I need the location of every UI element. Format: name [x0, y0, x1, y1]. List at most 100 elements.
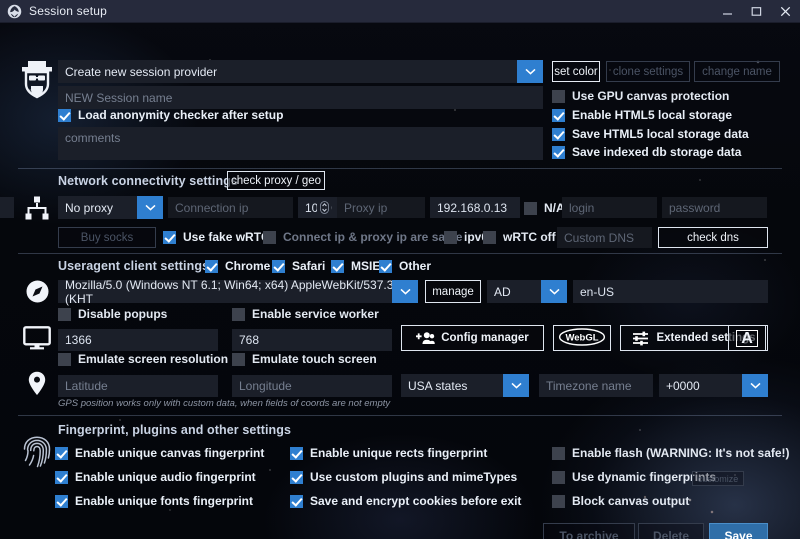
network-section-title: Network connectivity settings	[58, 174, 238, 188]
config-manager-button[interactable]: Config manager	[401, 325, 544, 351]
port-stepper[interactable]	[317, 197, 331, 218]
enable-unique-rects-fingerprint-checkbox[interactable]: Enable unique rects fingerprint	[290, 446, 487, 460]
useragent-string-select[interactable]: Mozilla/5.0 (Windows NT 6.1; Win64; x64)…	[58, 280, 418, 303]
checkbox-box	[55, 495, 68, 508]
screen-height-input[interactable]: 768	[232, 329, 392, 351]
connect-ip-same-checkbox[interactable]: Connect ip & proxy ip are same	[263, 230, 462, 244]
checkbox-box	[55, 471, 68, 484]
browser-other-label: Other	[399, 259, 431, 273]
proxy-password-input[interactable]: password	[662, 197, 767, 218]
proxy-type-select[interactable]: No proxy	[58, 196, 163, 219]
custom-dns-input[interactable]: Custom DNS	[557, 227, 652, 248]
save-button[interactable]: Save	[709, 523, 768, 539]
proxy-type-value: No proxy	[65, 201, 113, 215]
compass-icon	[16, 279, 58, 304]
use-fake-wrtc-label: Use fake wRTC	[183, 230, 270, 244]
usa-states-select[interactable]: USA states	[401, 374, 529, 397]
to-archive-button[interactable]: To archive	[543, 523, 635, 539]
buy-socks-button[interactable]: Buy socks	[58, 227, 156, 248]
check-dns-button[interactable]: check dns	[658, 227, 768, 248]
webgl-button[interactable]: WebGL	[553, 325, 611, 351]
checkbox-box	[552, 146, 565, 159]
enable-service-worker-label: Enable service worker	[252, 307, 379, 321]
locale-input[interactable]: en-US	[573, 280, 768, 303]
use-gpu-canvas-protection-checkbox[interactable]: Use GPU canvas protection	[552, 89, 729, 103]
disable-popups-checkbox[interactable]: Disable popups	[58, 307, 167, 321]
browser-safari-checkbox[interactable]: Safari	[272, 259, 325, 273]
sliders-icon	[632, 331, 649, 346]
emulate-touch-screen-checkbox[interactable]: Emulate touch screen	[232, 352, 377, 366]
block-canvas-output-checkbox[interactable]: Block canvas output	[552, 494, 689, 508]
chevron-down-icon[interactable]	[137, 196, 163, 219]
enable-unique-rects-fingerprint-label: Enable unique rects fingerprint	[310, 446, 487, 460]
checkbox-box	[58, 109, 71, 122]
customize-button[interactable]: customize	[692, 471, 744, 486]
port-spinner[interactable]	[0, 197, 14, 218]
browser-other-checkbox[interactable]: Other	[379, 259, 431, 273]
chevron-down-icon[interactable]	[503, 374, 529, 397]
utc-offset-select[interactable]: +0000	[659, 374, 768, 397]
proxy-login-input[interactable]: login	[562, 197, 657, 218]
use-custom-plugins-checkbox[interactable]: Use custom plugins and mimeTypes	[290, 470, 517, 484]
svg-text:WebGL: WebGL	[565, 332, 598, 343]
wrtc-off-checkbox[interactable]: wRTC off	[483, 230, 556, 244]
enable-unique-fonts-fingerprint-checkbox[interactable]: Enable unique fonts fingerprint	[55, 494, 253, 508]
checkbox-box	[552, 495, 565, 508]
ipv6-checkbox[interactable]: ipv6	[444, 230, 488, 244]
browser-chrome-checkbox[interactable]: Chrome	[205, 259, 270, 273]
emulate-screen-resolution-checkbox[interactable]: Emulate screen resolution	[58, 352, 228, 366]
ad-select[interactable]: AD	[487, 280, 567, 303]
close-icon[interactable]	[771, 0, 800, 23]
latitude-input[interactable]: Latitude	[58, 375, 218, 397]
config-manager-label: Config manager	[441, 332, 529, 344]
maximize-icon[interactable]	[742, 0, 771, 23]
enable-service-worker-checkbox[interactable]: Enable service worker	[232, 307, 379, 321]
save-html5-local-storage-data-label: Save HTML5 local storage data	[572, 127, 749, 141]
connection-ip-input[interactable]: Connection ip	[168, 197, 293, 218]
checkbox-box	[58, 308, 71, 321]
proxy-ip-input[interactable]: Proxy ip	[337, 197, 425, 218]
delete-button[interactable]: Delete	[638, 523, 704, 539]
change-name-button[interactable]: change name	[694, 61, 780, 82]
enable-flash-checkbox[interactable]: Enable flash (WARNING: It's not safe!)	[552, 446, 790, 460]
longitude-input[interactable]: Longitude	[232, 375, 392, 397]
monitor-icon	[16, 326, 58, 350]
save-html5-local-storage-data-checkbox[interactable]: Save HTML5 local storage data	[552, 127, 749, 141]
add-users-icon	[416, 331, 435, 345]
checkbox-box	[444, 231, 457, 244]
section-divider-1	[18, 168, 782, 169]
browser-chrome-label: Chrome	[225, 259, 270, 273]
session-provider-value: Create new session provider	[65, 65, 217, 79]
section-divider-2	[18, 253, 782, 254]
session-provider-select[interactable]: Create new session provider	[58, 60, 543, 83]
use-fake-wrtc-checkbox[interactable]: Use fake wRTC	[163, 230, 270, 244]
chevron-down-icon[interactable]	[517, 60, 543, 83]
na-checkbox[interactable]: N/A	[524, 201, 565, 215]
font-letter-icon: A	[736, 330, 758, 347]
save-encrypt-cookies-checkbox[interactable]: Save and encrypt cookies before exit	[290, 494, 521, 508]
enable-unique-audio-fingerprint-checkbox[interactable]: Enable unique audio fingerprint	[55, 470, 256, 484]
checkbox-box	[55, 447, 68, 460]
browser-msie-checkbox[interactable]: MSIE	[331, 259, 380, 273]
chevron-down-icon[interactable]	[742, 374, 768, 397]
session-comments-input[interactable]: comments	[58, 127, 543, 160]
minimize-icon[interactable]	[713, 0, 742, 23]
enable-html5-local-storage-checkbox[interactable]: Enable HTML5 local storage	[552, 108, 732, 122]
font-settings-button[interactable]: A	[728, 325, 766, 351]
session-name-input[interactable]: NEW Session name	[58, 86, 543, 109]
manage-button[interactable]: manage	[425, 280, 481, 303]
clone-settings-button[interactable]: clone settings	[606, 61, 690, 82]
timezone-name-input[interactable]: Timezone name	[539, 374, 653, 397]
enable-unique-canvas-fingerprint-checkbox[interactable]: Enable unique canvas fingerprint	[55, 446, 264, 460]
chevron-down-icon[interactable]	[392, 280, 418, 303]
save-indexed-db-storage-data-checkbox[interactable]: Save indexed db storage data	[552, 145, 741, 159]
block-canvas-output-label: Block canvas output	[572, 494, 689, 508]
check-proxy-geo-button[interactable]: check proxy / geo	[227, 171, 325, 190]
set-color-button[interactable]: set color	[552, 61, 600, 82]
checkbox-box	[272, 260, 285, 273]
checkbox-box	[290, 495, 303, 508]
load-anonymity-checker-checkbox[interactable]: Load anonymity checker after setup	[58, 108, 283, 122]
chevron-down-icon[interactable]	[541, 280, 567, 303]
map-pin-icon	[16, 371, 58, 396]
screen-width-input[interactable]: 1366	[58, 329, 218, 351]
